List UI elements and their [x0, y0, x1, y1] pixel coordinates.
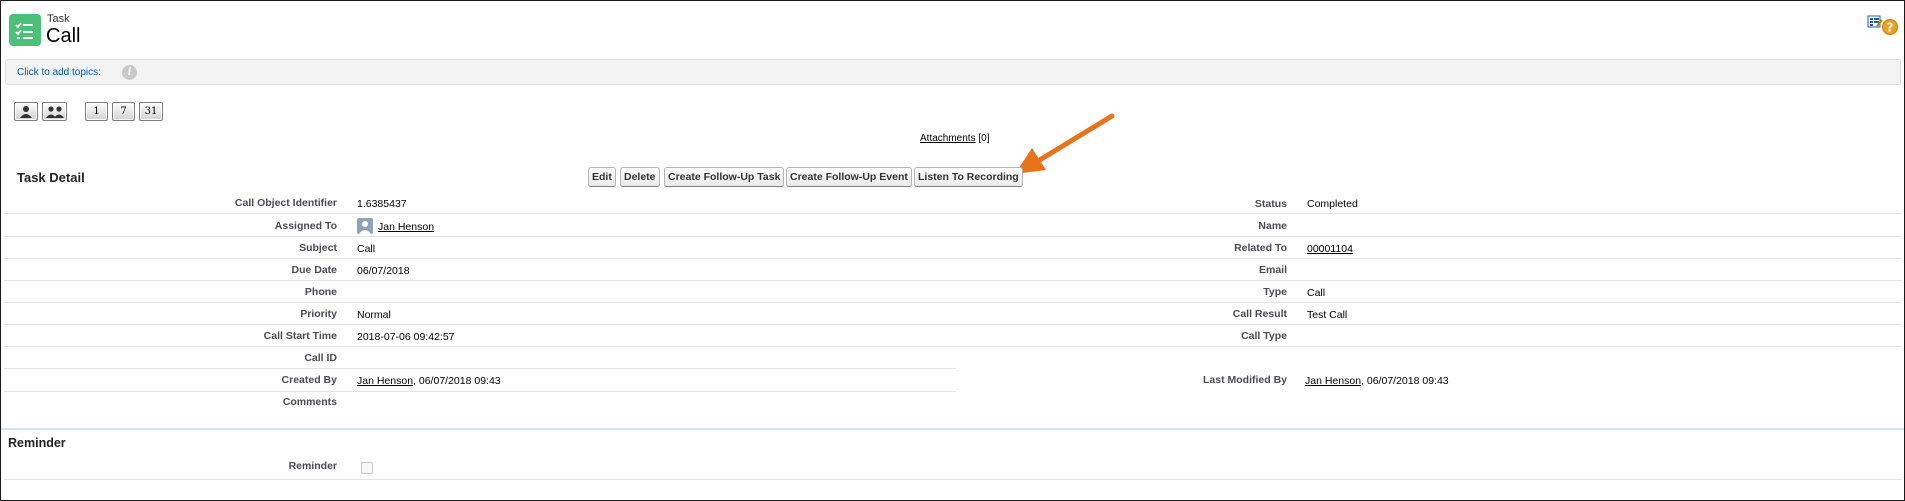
field-label-comments: Comments: [282, 396, 337, 408]
field-value-call-result: Test Call: [1307, 309, 1348, 321]
created-by-date: , 06/07/2018 09:43: [413, 375, 501, 387]
row-divider: [4, 236, 1901, 237]
help-icon: ?: [1887, 21, 1894, 35]
single-user-view-button[interactable]: [14, 102, 38, 121]
users-icon: [45, 106, 64, 118]
page-title: Call: [46, 25, 81, 47]
section-divider: [1, 428, 1904, 430]
task-icon: [9, 14, 41, 46]
field-label-type: Type: [1263, 286, 1287, 298]
field-label-due-date: Due Date: [291, 264, 337, 276]
week-view-button[interactable]: 7: [112, 102, 135, 121]
listen-to-recording-button[interactable]: Listen To Recording: [914, 167, 1023, 187]
field-label-call-result: Call Result: [1232, 308, 1287, 320]
create-follow-up-event-button[interactable]: Create Follow-Up Event: [786, 167, 912, 187]
delete-button[interactable]: Delete: [620, 167, 660, 187]
field-value-call-object-identifier: 1.6385437: [357, 198, 407, 210]
field-value-priority: Normal: [357, 309, 391, 321]
field-label-assigned-to: Assigned To: [274, 220, 337, 232]
row-divider: [4, 324, 1901, 325]
field-value-subject: Call: [357, 243, 376, 255]
info-icon[interactable]: i: [122, 65, 137, 80]
attachments-count: [0]: [978, 133, 990, 144]
attachments-label[interactable]: Attachments: [920, 133, 976, 144]
help-icons[interactable]: ?: [1866, 14, 1900, 36]
create-follow-up-task-button[interactable]: Create Follow-Up Task: [664, 167, 785, 187]
day-view-button[interactable]: 1: [85, 102, 108, 121]
reminder-section-title: Reminder: [8, 436, 66, 450]
reminder-checkbox[interactable]: [361, 462, 373, 474]
field-label-priority: Priority: [300, 308, 337, 320]
field-label-phone: Phone: [304, 286, 337, 298]
month-view-button[interactable]: 31: [139, 102, 163, 121]
related-to-link[interactable]: 00001104: [1307, 243, 1353, 255]
field-value-call-start-time: 2018-07-06 09:42:57: [357, 331, 455, 343]
field-label-name: Name: [1258, 220, 1287, 232]
field-value-type: Call: [1307, 287, 1326, 299]
edit-button[interactable]: Edit: [588, 167, 616, 187]
assigned-to-link[interactable]: Jan Henson: [378, 221, 434, 233]
row-divider: [4, 258, 1901, 259]
row-divider: [4, 346, 1901, 347]
field-label-status: Status: [1254, 198, 1287, 210]
object-label: Task: [47, 13, 70, 25]
created-by-link[interactable]: Jan Henson: [357, 375, 413, 387]
row-divider: [4, 213, 1901, 214]
last-modified-by-date: , 06/07/2018 09:43: [1361, 375, 1449, 387]
field-label-related-to: Related To: [1234, 242, 1287, 254]
field-value-created-by: Jan Henson, 06/07/2018 09:43: [357, 375, 501, 387]
annotation-arrow-icon: [1015, 113, 1115, 174]
last-modified-by-link[interactable]: Jan Henson: [1305, 375, 1361, 387]
field-label-last-modified-by: Last Modified By: [1202, 374, 1287, 386]
field-label-email: Email: [1258, 264, 1287, 276]
field-label-call-id: Call ID: [304, 352, 337, 364]
row-divider: [4, 479, 1901, 480]
task-detail-title: Task Detail: [17, 170, 85, 185]
add-topics-link[interactable]: Click to add topics:: [17, 67, 101, 78]
field-label-created-by: Created By: [281, 374, 337, 386]
field-value-status: Completed: [1307, 198, 1358, 210]
row-divider: [4, 280, 1901, 281]
row-divider: [4, 302, 1901, 303]
topics-bar: Click to add topics: i: [5, 59, 1901, 85]
row-divider: [4, 391, 956, 392]
user-icon: [20, 106, 32, 118]
field-label-call-object-identifier: Call Object Identifier: [234, 197, 337, 209]
attachments-link[interactable]: Attachments [0]: [920, 133, 990, 144]
field-value-due-date: 06/07/2018: [357, 265, 410, 277]
field-label-call-start-time: Call Start Time: [263, 330, 337, 342]
field-label-subject: Subject: [299, 242, 337, 254]
multi-user-view-button[interactable]: [42, 102, 67, 121]
row-divider: [4, 368, 956, 369]
field-value-last-modified-by: Jan Henson, 06/07/2018 09:43: [1305, 375, 1449, 387]
field-label-call-type: Call Type: [1241, 330, 1287, 342]
field-label-reminder: Reminder: [288, 460, 337, 472]
customize-page-icon: ?: [1867, 15, 1898, 35]
user-avatar-icon: [357, 218, 373, 234]
